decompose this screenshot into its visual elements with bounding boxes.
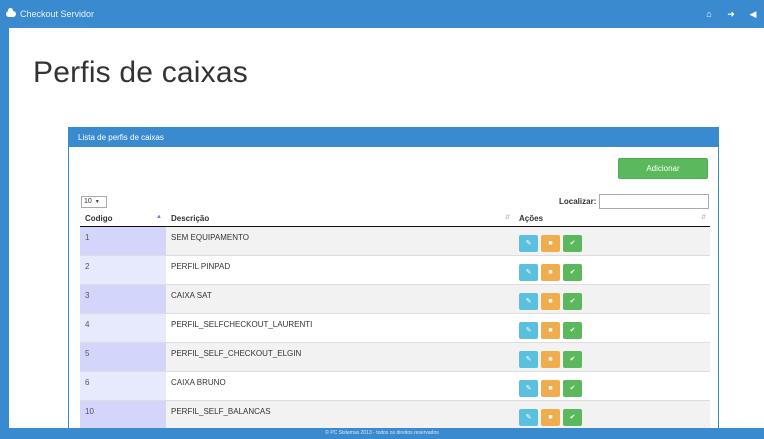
check-circle-icon[interactable]: ✔ <box>563 350 582 368</box>
edit-icon[interactable]: ✎ <box>519 321 538 339</box>
table-row: 1 SEM EQUIPAMENTO ✎ ■ ✔ <box>80 226 710 256</box>
cell-actions: ✎ ■ ✔ <box>514 255 710 285</box>
sort-asc-icon: ▲ <box>156 214 162 220</box>
column-header-codigo[interactable]: Codigo ▲ <box>80 212 166 227</box>
cell-description: CAIXA SAT <box>166 284 514 314</box>
table-row: 4 PERFIL_SELFCHECKOUT_LAURENTI ✎ ■ ✔ <box>80 313 710 343</box>
trash-icon[interactable]: ■ <box>541 350 560 368</box>
edit-icon[interactable]: ✎ <box>519 263 538 281</box>
cell-code: 4 <box>80 313 166 343</box>
trash-icon[interactable]: ■ <box>541 321 560 339</box>
column-header-acoes[interactable]: Ações ⇵ <box>514 212 710 227</box>
check-circle-icon[interactable]: ✔ <box>563 263 582 281</box>
cell-description: PERFIL PINPAD <box>166 255 514 285</box>
cell-description: PERFIL_SELF_CHECKOUT_ELGIN <box>166 342 514 372</box>
arrow-left-icon[interactable]: ◀ <box>742 9 764 20</box>
check-circle-icon[interactable]: ✔ <box>563 234 582 252</box>
cell-code: 1 <box>80 226 166 256</box>
cell-actions: ✎ ■ ✔ <box>514 342 710 372</box>
table-row: 5 PERFIL_SELF_CHECKOUT_ELGIN ✎ ■ ✔ <box>80 342 710 372</box>
cell-description: CAIXA BRUNO <box>166 371 514 401</box>
cell-code: 3 <box>80 284 166 314</box>
column-header-label: Descrição <box>171 214 210 224</box>
table-row: 6 CAIXA BRUNO ✎ ■ ✔ <box>80 371 710 401</box>
home-icon[interactable]: ⌂ <box>698 9 720 19</box>
edit-icon[interactable]: ✎ <box>519 408 538 426</box>
cell-description: PERFIL_SELF_BALANCAS <box>166 400 514 430</box>
brand-label: Checkout Servidor <box>20 9 95 19</box>
profiles-panel: Lista de perfis de caixas Adicionar 10 ▼ … <box>68 127 719 439</box>
cell-actions: ✎ ■ ✔ <box>514 226 710 256</box>
check-circle-icon[interactable]: ✔ <box>563 379 582 397</box>
panel-heading: Lista de perfis de caixas <box>69 128 718 147</box>
trash-icon[interactable]: ■ <box>541 408 560 426</box>
table-row: 10 PERFIL_SELF_BALANCAS ✎ ■ ✔ <box>80 400 710 430</box>
edit-icon[interactable]: ✎ <box>519 234 538 252</box>
cell-actions: ✎ ■ ✔ <box>514 313 710 343</box>
cell-description: SEM EQUIPAMENTO <box>166 226 514 256</box>
edit-icon[interactable]: ✎ <box>519 292 538 310</box>
trash-icon[interactable]: ■ <box>541 263 560 281</box>
column-header-label: Codigo <box>85 214 113 224</box>
profiles-table: Codigo ▲ Descrição ⇵ Ações ⇵ 1 SEM EQUIP… <box>80 212 710 430</box>
page-length-value: 10 <box>84 198 92 205</box>
sort-icon: ⇵ <box>700 215 706 221</box>
check-circle-icon[interactable]: ✔ <box>563 408 582 426</box>
footer: © PC Sistemas 2013 - todos os direitos r… <box>0 428 764 439</box>
table-row: 3 CAIXA SAT ✎ ■ ✔ <box>80 284 710 314</box>
trash-icon[interactable]: ■ <box>541 292 560 310</box>
add-button[interactable]: Adicionar <box>618 158 708 179</box>
column-header-label: Ações <box>519 214 544 224</box>
navbar-icons: ⌂ ➜ ◀ <box>698 0 764 28</box>
cell-code: 6 <box>80 371 166 401</box>
cell-description: PERFIL_SELFCHECKOUT_LAURENTI <box>166 313 514 343</box>
cell-actions: ✎ ■ ✔ <box>514 284 710 314</box>
cell-actions: ✎ ■ ✔ <box>514 400 710 430</box>
edit-icon[interactable]: ✎ <box>519 379 538 397</box>
cell-code: 5 <box>80 342 166 372</box>
trash-icon[interactable]: ■ <box>541 379 560 397</box>
search-input[interactable] <box>599 194 709 209</box>
caret-down-icon: ▼ <box>94 199 100 205</box>
brand[interactable]: Checkout Servidor <box>0 8 95 19</box>
sort-icon: ⇵ <box>504 215 510 221</box>
cell-actions: ✎ ■ ✔ <box>514 371 710 401</box>
page-length-select[interactable]: 10 ▼ <box>81 196 107 208</box>
page-title: Perfis de caixas <box>33 56 248 89</box>
search-label: Localizar: <box>559 197 597 206</box>
sign-out-icon[interactable]: ➜ <box>720 9 742 20</box>
cell-code: 10 <box>80 400 166 430</box>
top-navbar: Checkout Servidor ⌂ ➜ ◀ <box>0 0 764 28</box>
cell-code: 2 <box>80 255 166 285</box>
column-header-descricao[interactable]: Descrição ⇵ <box>166 212 514 227</box>
trash-icon[interactable]: ■ <box>541 234 560 252</box>
check-circle-icon[interactable]: ✔ <box>563 321 582 339</box>
edit-icon[interactable]: ✎ <box>519 350 538 368</box>
check-circle-icon[interactable]: ✔ <box>563 292 582 310</box>
cloud-icon <box>6 8 16 17</box>
table-row: 2 PERFIL PINPAD ✎ ■ ✔ <box>80 255 710 285</box>
